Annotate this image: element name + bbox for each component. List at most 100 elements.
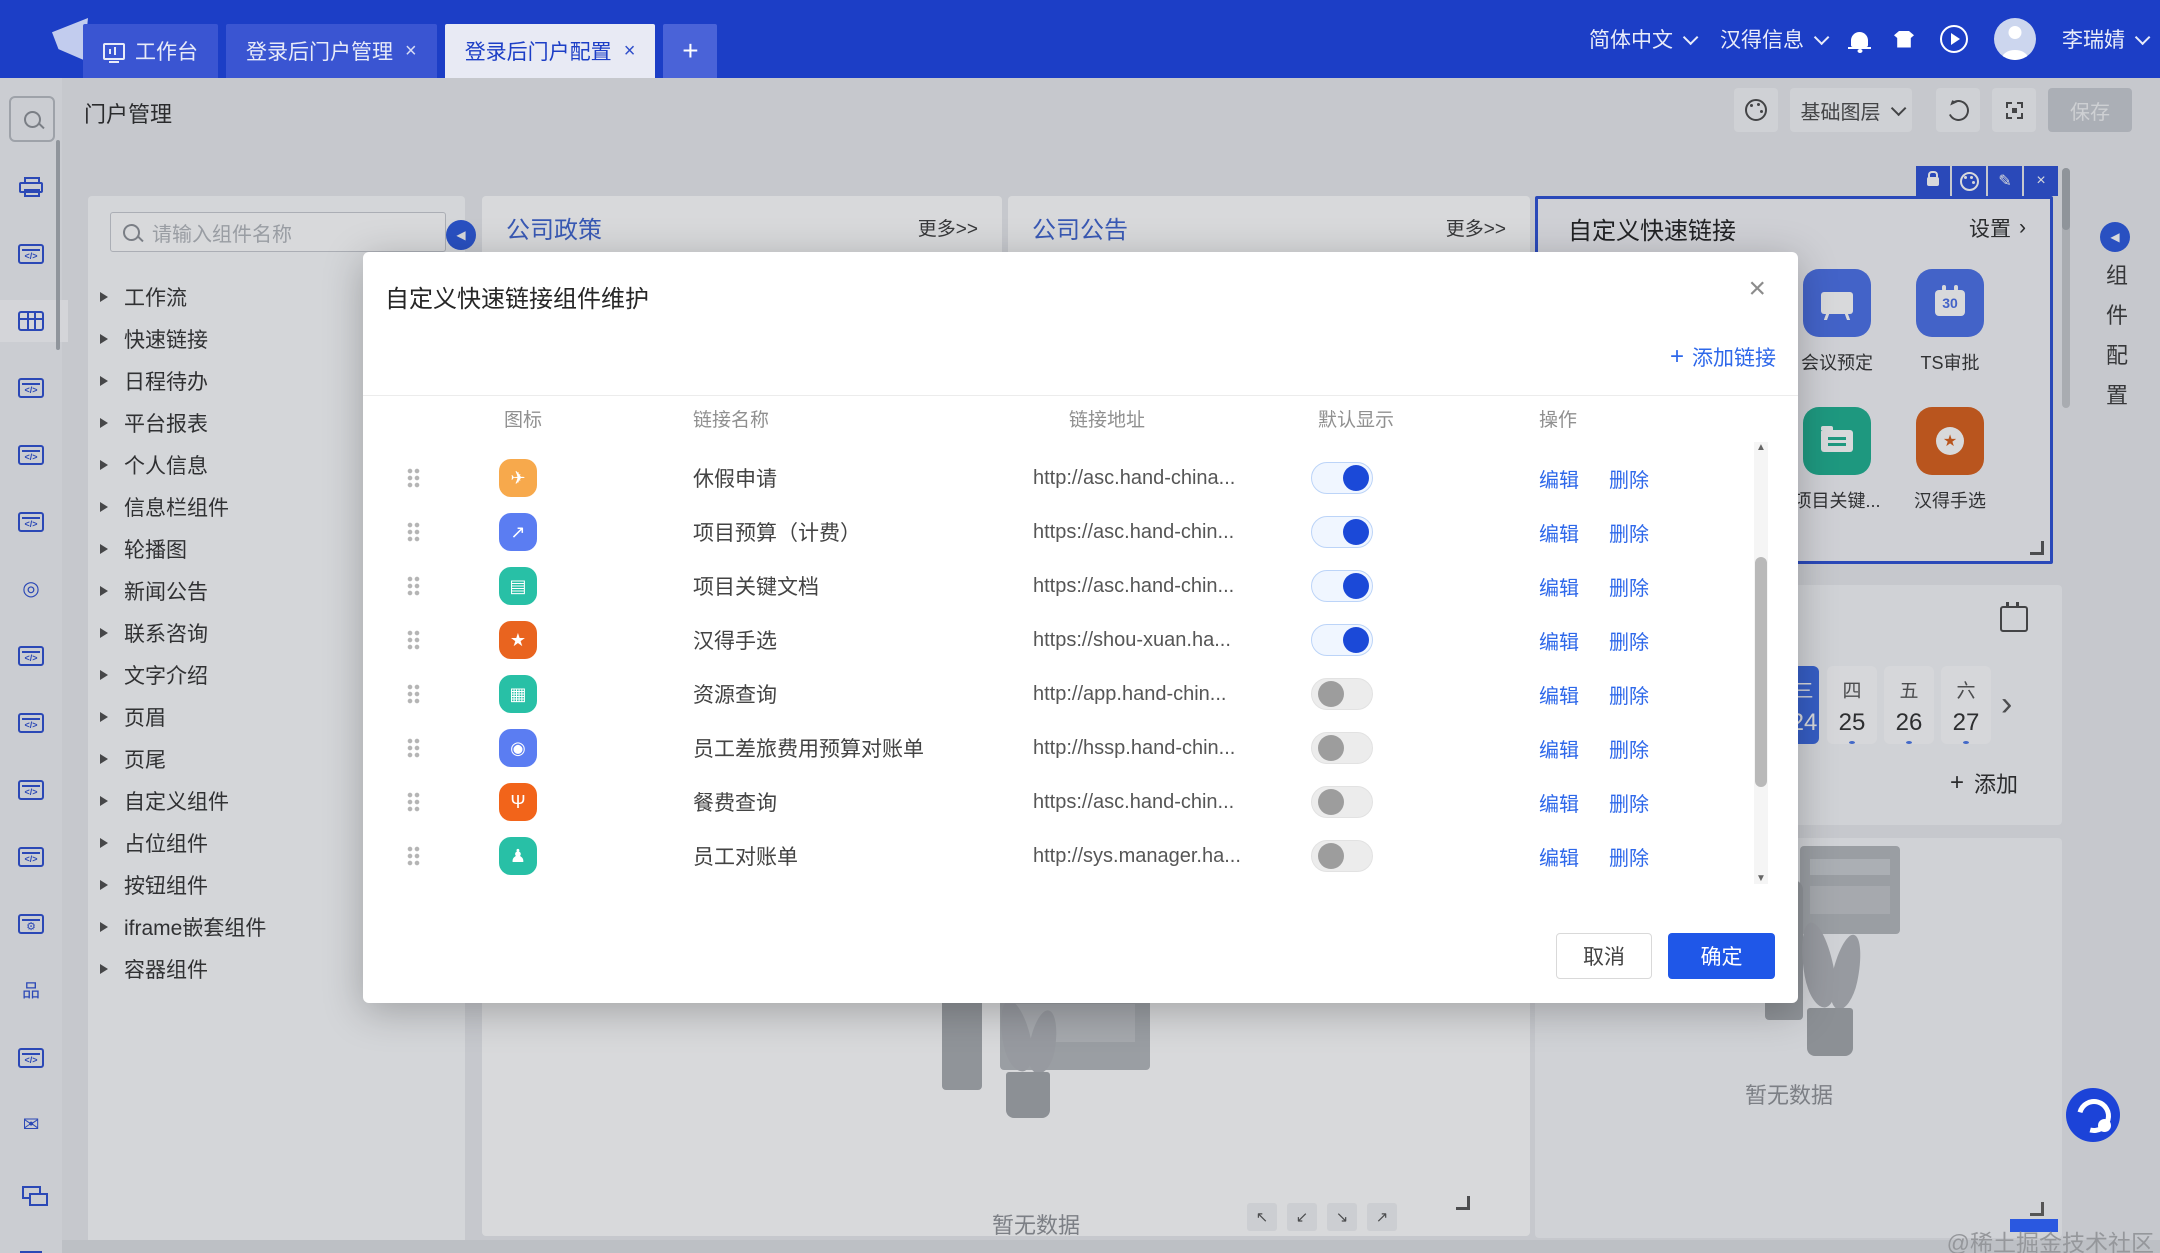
- language-selector[interactable]: 简体中文: [1589, 24, 1699, 54]
- delete-link[interactable]: 删除: [1609, 788, 1649, 817]
- drag-handle-icon[interactable]: [407, 846, 420, 866]
- notifications-bell-icon[interactable]: [1848, 31, 1871, 49]
- delete-link[interactable]: 删除: [1609, 626, 1649, 655]
- topbar-right: 简体中文 汉得信息 李瑞婧: [1589, 0, 2151, 78]
- row-actions: 编辑 删除: [1523, 842, 1738, 871]
- chevron-down-icon: [1813, 29, 1830, 45]
- tab-label: 登录后门户管理: [246, 41, 393, 64]
- tab-bar: 工作台 登录后门户管理 × 登录后门户配置 × +: [83, 24, 718, 78]
- language-label: 简体中文: [1589, 29, 1673, 52]
- delete-link[interactable]: 删除: [1609, 734, 1649, 763]
- chevron-down-icon: [1682, 29, 1699, 45]
- tab-label: 工作台: [135, 41, 198, 64]
- confirm-button[interactable]: 确定: [1668, 933, 1775, 979]
- user-menu[interactable]: 李瑞婧: [2062, 24, 2151, 54]
- delete-link[interactable]: 删除: [1609, 572, 1649, 601]
- default-show-toggle[interactable]: [1311, 624, 1373, 656]
- default-show-toggle[interactable]: [1311, 516, 1373, 548]
- drag-handle-icon[interactable]: [407, 738, 420, 758]
- edit-link[interactable]: 编辑: [1539, 842, 1579, 871]
- table-scrollbar[interactable]: ▲ ▼: [1754, 442, 1768, 884]
- edit-link[interactable]: 编辑: [1539, 518, 1579, 547]
- hand-star-icon: ★: [499, 621, 537, 659]
- link-name: 餐费查询: [693, 792, 777, 815]
- toggle-knob: [1318, 843, 1344, 869]
- drag-handle-icon[interactable]: [407, 468, 420, 488]
- add-link-button[interactable]: + 添加链接: [1670, 342, 1776, 372]
- modal-close-icon[interactable]: ×: [1748, 274, 1766, 304]
- table-row: ▦ 资源查询 http://app.hand-chin... 编辑 删除: [403, 667, 1738, 721]
- delete-link[interactable]: 删除: [1609, 680, 1649, 709]
- default-show-toggle[interactable]: [1311, 786, 1373, 818]
- close-tab-icon[interactable]: ×: [405, 40, 417, 63]
- table-row: ★ 汉得手选 https://shou-xuan.ha... 编辑 删除: [403, 613, 1738, 667]
- table-row: ♟ 员工对账单 http://sys.manager.ha... 编辑 删除: [403, 829, 1738, 883]
- scrollbar-thumb[interactable]: [1755, 557, 1767, 787]
- edit-link[interactable]: 编辑: [1539, 680, 1579, 709]
- chart-icon: ↗: [499, 513, 537, 551]
- user-name: 李瑞婧: [2062, 29, 2125, 52]
- edit-link[interactable]: 编辑: [1539, 464, 1579, 493]
- add-link-label: 添加链接: [1692, 347, 1776, 370]
- link-url: https://asc.hand-chin...: [1033, 520, 1235, 543]
- default-show-toggle[interactable]: [1311, 570, 1373, 602]
- help-video-icon[interactable]: [1940, 25, 1968, 53]
- tenant-label: 汉得信息: [1720, 29, 1804, 52]
- link-name: 员工对账单: [693, 846, 798, 869]
- column-header-操作: 操作: [1539, 409, 1578, 431]
- edit-link[interactable]: 编辑: [1539, 626, 1579, 655]
- link-name: 项目预算（计费）: [693, 522, 861, 545]
- delete-link[interactable]: 删除: [1609, 464, 1649, 493]
- column-header-默认显示: 默认显示: [1318, 409, 1395, 431]
- utensils-icon: Ψ: [499, 783, 537, 821]
- close-tab-icon[interactable]: ×: [624, 40, 636, 63]
- default-show-toggle[interactable]: [1311, 732, 1373, 764]
- tab-登录后门户配置[interactable]: 登录后门户配置 ×: [444, 24, 656, 78]
- cancel-button[interactable]: 取消: [1556, 933, 1652, 979]
- default-show-toggle[interactable]: [1311, 462, 1373, 494]
- table-header: 图标 链接名称 链接地址 默认显示 操作: [403, 400, 1738, 436]
- tenant-selector[interactable]: 汉得信息: [1720, 24, 1830, 54]
- suitcase-icon: ✈: [499, 459, 537, 497]
- quick-link-maintenance-modal: 自定义快速链接组件维护 × + 添加链接 图标 链接名称 链接地址 默认显示 操作 ✈ 休…: [363, 252, 1798, 1003]
- default-show-toggle[interactable]: [1311, 678, 1373, 710]
- drag-handle-icon[interactable]: [407, 576, 420, 596]
- link-name: 项目关键文档: [693, 576, 819, 599]
- link-url: https://asc.hand-chin...: [1033, 574, 1235, 597]
- link-url: http://sys.manager.ha...: [1033, 844, 1241, 867]
- row-actions: 编辑 删除: [1523, 464, 1738, 493]
- user-avatar[interactable]: [1994, 18, 2036, 60]
- chat-fab-button[interactable]: [2066, 1088, 2120, 1142]
- tab-label: 登录后门户配置: [464, 41, 612, 64]
- drag-handle-icon[interactable]: [407, 630, 420, 650]
- link-url: http://app.hand-chin...: [1033, 682, 1227, 705]
- car-icon: ◉: [499, 729, 537, 767]
- row-actions: 编辑 删除: [1523, 626, 1738, 655]
- table-row: ◉ 员工差旅费用预算对账单 http://hssp.hand-chin... 编辑 删除: [403, 721, 1738, 775]
- new-tab-button[interactable]: +: [663, 24, 718, 78]
- default-show-toggle[interactable]: [1311, 840, 1373, 872]
- delete-link[interactable]: 删除: [1609, 842, 1649, 871]
- person-icon: ♟: [499, 837, 537, 875]
- link-name: 资源查询: [693, 684, 777, 707]
- link-url: http://asc.hand-china...: [1033, 466, 1236, 489]
- edit-link[interactable]: 编辑: [1539, 734, 1579, 763]
- column-header-链接名称: 链接名称: [693, 409, 770, 431]
- drag-handle-icon[interactable]: [407, 684, 420, 704]
- table-row: ↗ 项目预算（计费） https://asc.hand-chin... 编辑 删除: [403, 505, 1738, 559]
- link-name: 汉得手选: [693, 630, 777, 653]
- drag-handle-icon[interactable]: [407, 792, 420, 812]
- tab-工作台[interactable]: 工作台: [83, 24, 218, 78]
- drag-handle-icon[interactable]: [407, 522, 420, 542]
- edit-link[interactable]: 编辑: [1539, 572, 1579, 601]
- tab-登录后门户管理[interactable]: 登录后门户管理 ×: [226, 24, 437, 78]
- calculator-icon: ▦: [499, 675, 537, 713]
- toggle-knob: [1343, 573, 1369, 599]
- table-row: ✈ 休假申请 http://asc.hand-china... 编辑 删除: [403, 451, 1738, 505]
- app-market-icon[interactable]: [1894, 30, 1914, 48]
- edit-link[interactable]: 编辑: [1539, 788, 1579, 817]
- toggle-knob: [1343, 519, 1369, 545]
- confirm-label: 确定: [1700, 946, 1743, 969]
- delete-link[interactable]: 删除: [1609, 518, 1649, 547]
- chevron-down-icon: [2134, 29, 2151, 45]
